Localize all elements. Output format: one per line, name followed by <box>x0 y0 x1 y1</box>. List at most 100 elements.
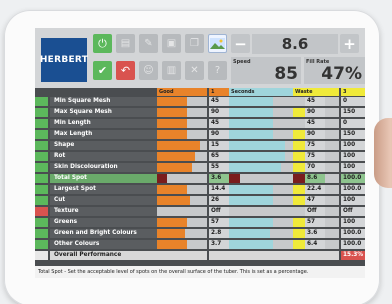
row-value[interactable]: 47 <box>305 196 325 205</box>
table-row[interactable]: Green and Bright Colours 2.8 3.6 100.0 <box>35 229 365 239</box>
power-icon[interactable]: ⏻ <box>93 34 112 53</box>
row-value[interactable]: 15.3% <box>341 251 365 260</box>
row-value[interactable]: 15 <box>209 141 229 150</box>
bar-fill <box>157 229 185 238</box>
table-row[interactable]: Rot 65 75 100 <box>35 152 365 162</box>
row-value[interactable]: 100 <box>341 218 365 227</box>
row-value[interactable] <box>209 251 229 260</box>
status-indicator <box>35 251 48 260</box>
minus-button[interactable]: − <box>231 34 250 53</box>
bar-fill <box>157 174 167 183</box>
row-value[interactable]: 3.7 <box>209 240 229 249</box>
row-value[interactable]: 45 <box>305 97 325 106</box>
row-value[interactable]: 26 <box>209 196 229 205</box>
speed-value: 85 <box>274 64 298 84</box>
row-value[interactable]: 3.6 <box>209 174 229 183</box>
save-icon[interactable]: ▣ <box>162 34 181 53</box>
row-value[interactable]: 90 <box>305 108 325 117</box>
herbert-logo: HERBERT <box>40 38 88 82</box>
print-icon[interactable]: ▤ <box>116 34 135 53</box>
table-row[interactable]: Total Spot 3.6 8.6 100.0 <box>35 174 365 184</box>
row-value[interactable]: Off <box>341 207 365 216</box>
bar-track <box>157 251 207 260</box>
row-value[interactable]: Off <box>305 207 325 216</box>
status-indicator <box>35 141 48 150</box>
image-icon[interactable] <box>208 34 227 53</box>
row-value[interactable]: 0 <box>341 97 365 106</box>
finger <box>374 118 392 188</box>
row-value[interactable]: 100.0 <box>341 174 365 183</box>
bar-fill <box>229 141 285 150</box>
row-value[interactable]: 45 <box>209 119 229 128</box>
row-value[interactable]: 100.0 <box>341 185 365 194</box>
row-value[interactable]: 100 <box>341 141 365 150</box>
row-value[interactable]: 100 <box>341 196 365 205</box>
table-row[interactable]: Max Length 90 90 150 <box>35 130 365 140</box>
table-row[interactable]: Max Square Mesh 90 90 150 <box>35 108 365 118</box>
help-icon[interactable]: ? <box>208 61 227 80</box>
row-value[interactable]: 100.0 <box>341 229 365 238</box>
row-value[interactable]: 0 <box>341 119 365 128</box>
row-value[interactable]: 45 <box>305 119 325 128</box>
row-value[interactable]: 3.6 <box>305 229 325 238</box>
row-value[interactable]: 65 <box>209 152 229 161</box>
bar-track <box>229 207 303 216</box>
table-row[interactable]: Overall Performance 15.3% <box>35 251 365 261</box>
bar-fill <box>229 97 273 106</box>
bar-fill <box>157 152 195 161</box>
status-indicator <box>35 229 48 238</box>
bar-fill <box>157 97 187 106</box>
bar-track <box>157 207 207 216</box>
row-value[interactable]: 2.8 <box>209 229 229 238</box>
table-row[interactable]: Skin Discolouration 55 70 100 <box>35 163 365 173</box>
table-row[interactable]: Shape 15 75 100 <box>35 141 365 151</box>
table-row[interactable]: Texture Off Off Off <box>35 207 365 217</box>
row-value[interactable]: 75 <box>305 152 325 161</box>
table-row[interactable]: Cut 26 47 100 <box>35 196 365 206</box>
table-row[interactable]: Min Square Mesh 45 45 0 <box>35 97 365 107</box>
table-row[interactable]: Largest Spot 14.4 22.4 100.0 <box>35 185 365 195</box>
bar-fill <box>157 141 200 150</box>
plus-button[interactable]: + <box>340 34 359 53</box>
row-value[interactable]: 6.4 <box>305 240 325 249</box>
row-value[interactable]: 100.0 <box>341 240 365 249</box>
row-value[interactable]: 57 <box>305 218 325 227</box>
row-value[interactable]: 90 <box>209 130 229 139</box>
bar-fill <box>229 218 273 227</box>
row-value[interactable]: 150 <box>341 130 365 139</box>
check-icon[interactable]: ✔ <box>93 61 112 80</box>
waste-column-number: 3 <box>341 88 365 96</box>
table-row[interactable]: Other Colours 3.7 6.4 100.0 <box>35 240 365 250</box>
users-icon[interactable]: ☺ <box>139 61 158 80</box>
row-value[interactable]: 45 <box>209 97 229 106</box>
status-indicator <box>35 130 48 139</box>
row-value[interactable] <box>305 251 325 260</box>
row-value[interactable]: 100 <box>341 163 365 172</box>
row-value[interactable]: 90 <box>209 108 229 117</box>
edit-icon[interactable]: ✎ <box>139 34 158 53</box>
row-value[interactable]: 90 <box>305 130 325 139</box>
table-row[interactable]: Min Length 45 45 0 <box>35 119 365 129</box>
tools-icon[interactable]: ✕ <box>185 61 204 80</box>
copy-icon[interactable]: ❐ <box>185 34 204 53</box>
row-value[interactable]: 8.6 <box>305 174 325 183</box>
bar-fill <box>157 196 190 205</box>
row-value[interactable]: Off <box>209 207 229 216</box>
chart-icon[interactable]: ▥ <box>162 61 181 80</box>
row-value[interactable]: 55 <box>209 163 229 172</box>
waste-header: Waste <box>293 88 339 96</box>
row-value[interactable]: 100 <box>341 152 365 161</box>
row-value[interactable]: 22.4 <box>305 185 325 194</box>
table-row[interactable]: Greens 57 57 100 <box>35 218 365 228</box>
row-value[interactable]: 70 <box>305 163 325 172</box>
bar-fill <box>229 229 270 238</box>
help-text: Total Spot - Set the acceptable level of… <box>35 266 365 278</box>
row-value[interactable]: 75 <box>305 141 325 150</box>
row-value[interactable]: 150 <box>341 108 365 117</box>
bar-fill <box>157 240 187 249</box>
row-value[interactable]: 14.4 <box>209 185 229 194</box>
status-indicator <box>35 240 48 249</box>
undo-icon[interactable]: ↶ <box>116 61 135 80</box>
status-indicator <box>35 207 48 216</box>
row-value[interactable]: 57 <box>209 218 229 227</box>
